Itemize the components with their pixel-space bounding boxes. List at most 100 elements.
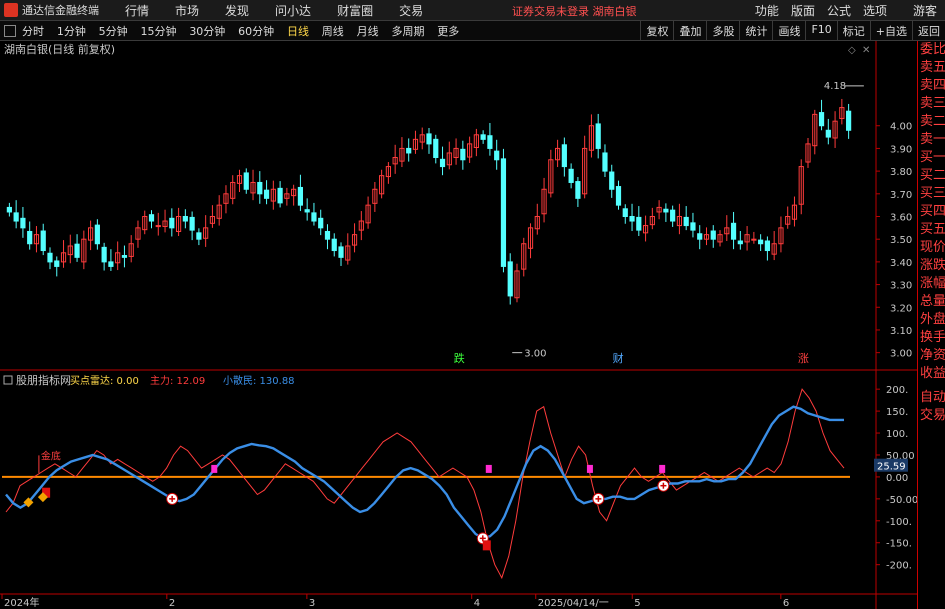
time-axis-tick-label: 2024年	[4, 596, 39, 609]
tab-daily[interactable]: 日线	[287, 25, 309, 38]
price-axis-tick-label: 3.60	[890, 213, 912, 224]
retail-line	[5, 405, 844, 540]
candle-body	[243, 172, 249, 190]
side-item-earnings[interactable]: 收益	[918, 365, 945, 383]
quote-side-panel: 委比 卖五 卖四 卖三 卖二 卖一 买一 买二 买三 买四 买五 现价 涨跌 涨…	[917, 41, 945, 609]
tab-weekly[interactable]: 周线	[322, 25, 344, 38]
tab-intraday[interactable]: 分时	[22, 25, 44, 38]
menu-item-ask[interactable]: 问小达	[275, 2, 311, 19]
candle-body	[697, 233, 703, 240]
tool-stats-button[interactable]: 统计	[739, 21, 772, 41]
indicator-axis-tick-label: 0.00	[886, 473, 908, 484]
candle-body	[331, 238, 337, 252]
price-axis-tick-label: 4.00	[890, 122, 912, 133]
candle-body	[487, 135, 493, 149]
price-low-annotation: 3.00	[524, 349, 546, 360]
side-item-volume[interactable]: 总量	[918, 293, 945, 311]
candle-body	[324, 230, 331, 240]
candle-body	[311, 212, 317, 222]
candle-body	[47, 252, 53, 263]
candle-body	[636, 216, 642, 231]
side-item-ask1[interactable]: 卖一	[918, 131, 945, 149]
side-item-bid5[interactable]: 买五	[918, 221, 945, 239]
tab-multi-period[interactable]: 多周期	[391, 25, 424, 38]
side-item-bid4[interactable]: 买四	[918, 203, 945, 221]
price-axis-tick-label: 3.90	[890, 144, 912, 155]
side-panel-quote-fields: 委比 卖五 卖四 卖三 卖二 卖一 买一 买二 买三 买四 买五 现价 涨跌 涨…	[918, 41, 945, 383]
tab-15min[interactable]: 15分钟	[140, 25, 176, 38]
candle-body	[595, 123, 601, 149]
gold-bottom-label: 金底	[41, 449, 61, 462]
side-item-bid1[interactable]: 买一	[918, 149, 945, 167]
tool-add-watchlist-button[interactable]: +自选	[869, 21, 912, 41]
price-axis-tick-label: 3.70	[890, 190, 912, 201]
side-item-ask3[interactable]: 卖三	[918, 95, 945, 113]
chart-close-icon: ✕	[862, 45, 870, 56]
menu-item-layout[interactable]: 版面	[791, 2, 815, 19]
candles-group	[6, 98, 852, 305]
candle-body	[6, 206, 12, 213]
side-item-weibi[interactable]: 委比	[918, 41, 945, 59]
tool-multi-stock-button[interactable]: 多股	[706, 21, 739, 41]
menu-item-quotes[interactable]: 行情	[125, 2, 149, 19]
tab-more[interactable]: 更多	[437, 25, 459, 38]
tab-1min[interactable]: 1分钟	[57, 25, 86, 38]
side-item-change-pct[interactable]: 涨幅	[918, 275, 945, 293]
period-toggle-icon[interactable]	[4, 24, 16, 37]
price-high-annotation: 4.18	[824, 81, 846, 92]
side-item-price[interactable]: 现价	[918, 239, 945, 257]
signal-block-marker	[586, 464, 593, 473]
menu-item-wealth[interactable]: 财富圈	[337, 2, 373, 19]
menu-item-discover[interactable]: 发现	[225, 2, 249, 19]
menu-item-trade[interactable]: 交易	[399, 2, 423, 19]
menu-item-market[interactable]: 市场	[175, 2, 199, 19]
candle-body	[846, 110, 852, 131]
time-axis-tick-label: 3	[309, 598, 315, 609]
tab-30min[interactable]: 30分钟	[189, 25, 225, 38]
tool-adjust-button[interactable]: 复权	[640, 21, 673, 41]
side-item-ask2[interactable]: 卖二	[918, 113, 945, 131]
main-force-line	[5, 388, 845, 580]
tab-5min[interactable]: 5分钟	[99, 25, 128, 38]
candle-body	[27, 230, 33, 245]
tool-mark-button[interactable]: 标记	[836, 21, 870, 41]
side-item-auto[interactable]: 自动	[918, 389, 945, 407]
candle-body	[74, 243, 80, 258]
candle-body	[13, 212, 19, 222]
login-status-alert[interactable]: 证券交易未登录 湖南白银	[512, 3, 637, 19]
tool-back-button[interactable]: 返回	[912, 21, 945, 41]
side-item-ask5[interactable]: 卖五	[918, 59, 945, 77]
side-item-bid2[interactable]: 买二	[918, 167, 945, 185]
menu-item-options[interactable]: 选项	[863, 2, 887, 19]
side-item-turnover[interactable]: 换手	[918, 329, 945, 347]
candle-body	[169, 217, 175, 229]
candle-body	[433, 138, 439, 158]
tab-60min[interactable]: 60分钟	[238, 25, 274, 38]
candle-body	[94, 224, 100, 245]
tool-f10-button[interactable]: F10	[805, 21, 836, 41]
side-item-change[interactable]: 涨跌	[918, 257, 945, 275]
menu-item-function[interactable]: 功能	[755, 2, 779, 19]
time-axis-tick-label: 2025/04/14/一	[538, 598, 609, 609]
indicator-current-value: 25.59	[877, 462, 906, 473]
side-item-outer-volume[interactable]: 外盘	[918, 311, 945, 329]
menu-item-guest[interactable]: 游客	[913, 2, 937, 19]
side-item-trade[interactable]: 交易	[918, 407, 945, 425]
tool-draw-button[interactable]: 画线	[772, 21, 805, 41]
tab-monthly[interactable]: 月线	[357, 25, 379, 38]
tool-overlay-button[interactable]: 叠加	[673, 21, 706, 41]
candle-body	[277, 187, 283, 204]
indicator-axis-tick-label: 100.	[886, 429, 908, 440]
entry-block-marker	[482, 540, 491, 551]
stock-chart-area[interactable]: 湖南白银(日线 前复权) ◇ ✕ 4.00 3.90 3.80 3.70 3.60 3.50 3.…	[0, 41, 917, 609]
candle-body	[318, 217, 324, 229]
candle-body	[40, 230, 46, 252]
candle-body	[730, 222, 737, 240]
candle-body	[297, 186, 304, 206]
side-item-bid3[interactable]: 买三	[918, 185, 945, 203]
side-item-ask4[interactable]: 卖四	[918, 77, 945, 95]
event-mark-label: 跌	[454, 351, 465, 365]
candle-body	[54, 260, 60, 267]
menu-item-formula[interactable]: 公式	[827, 2, 851, 19]
side-item-net-assets[interactable]: 净资	[918, 347, 945, 365]
